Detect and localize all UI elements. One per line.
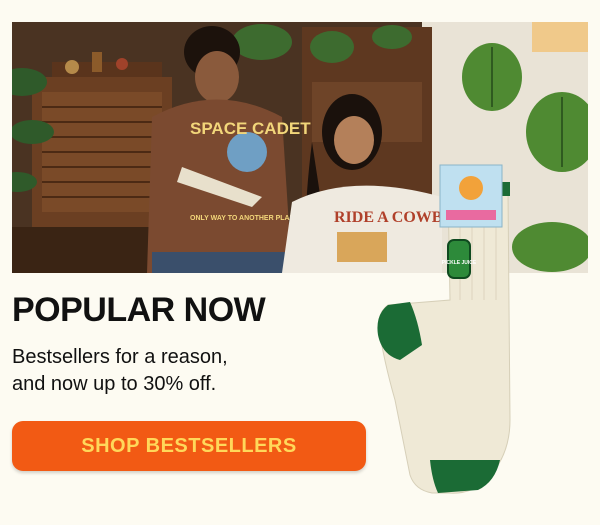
subtext-line-2: and now up to 30% off.: [12, 373, 217, 395]
subtext: Bestsellers for a reason, and now up to …: [12, 344, 352, 398]
shirt-left-title: SPACE CADET: [190, 119, 311, 138]
headline: POPULAR NOW: [12, 291, 266, 329]
promo-banner: SPACE CADET ONLY WAY TO ANOTHER PLANET R…: [0, 0, 600, 525]
sock-product-image[interactable]: PICKLE JUICE: [360, 160, 540, 505]
subtext-line-1: Bestsellers for a reason,: [12, 346, 228, 368]
shirt-left-caption: ONLY WAY TO ANOTHER PLANET: [190, 215, 304, 222]
sock-illustration: PICKLE JUICE: [377, 164, 511, 494]
shop-bestsellers-button[interactable]: SHOP BESTSELLERS: [12, 421, 366, 471]
sock-patch-label: PICKLE JUICE: [442, 260, 477, 266]
